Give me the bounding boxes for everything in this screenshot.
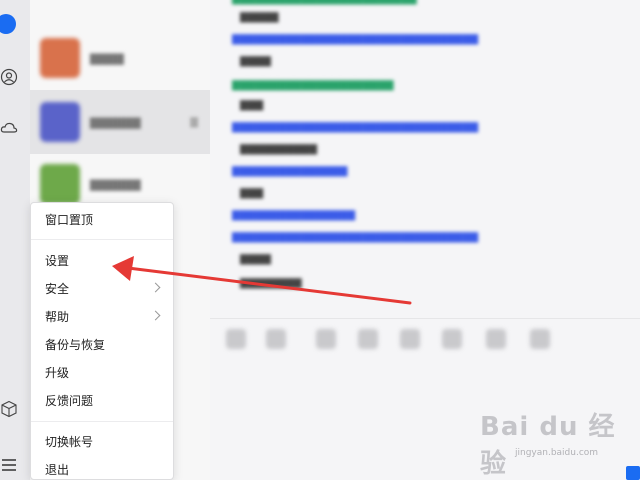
menu-item-switch-account[interactable]: 切换帐号: [31, 429, 173, 455]
icon-rail: [0, 0, 30, 480]
avatar: [40, 102, 80, 142]
chat-name-blurred: ▇▇▇▇▇▇: [90, 115, 141, 129]
input-toolbar: [210, 318, 640, 358]
blurred-message: ▇▇▇▇▇▇▇▇▇▇▇▇▇▇▇▇: [232, 210, 356, 221]
cloud-icon[interactable]: [0, 119, 18, 137]
more-icon[interactable]: [530, 329, 550, 349]
screenshot-icon[interactable]: [400, 329, 420, 349]
chat-meta-blurred: ▇: [190, 116, 198, 128]
menu-item-settings[interactable]: 设置: [31, 248, 173, 274]
contacts-icon[interactable]: [0, 68, 18, 86]
message-area: ▇▇▇▇▇ ▇▇▇▇▇▇▇▇▇▇▇▇▇▇▇▇▇▇▇ ▇▇▇▇▇ ▇▇▇▇▇▇▇▇ ▇…: [210, 0, 640, 318]
blurred-message: ▇▇▇: [240, 100, 264, 111]
image-icon[interactable]: [316, 329, 336, 349]
blurred-message: ▇▇▇: [240, 188, 264, 199]
menu-item-label: 帮助: [45, 310, 70, 324]
corner-button[interactable]: [626, 466, 640, 480]
blurred-message: ▇▇▇▇▇: [240, 12, 279, 23]
menu-item-backup-restore[interactable]: 备份与恢复: [31, 332, 173, 358]
menu-item-label: 退出: [45, 463, 70, 477]
chevron-right-icon: [150, 310, 161, 321]
menu-item-label: 备份与恢复: [45, 338, 106, 352]
menu-icon[interactable]: [0, 456, 18, 474]
blurred-message: ▇▇▇▇▇▇▇▇▇▇▇▇▇▇▇▇▇▇▇▇▇▇▇▇▇▇▇▇▇▇▇▇: [232, 34, 479, 45]
blurred-message: ▇▇▇▇▇▇▇▇▇▇▇▇▇▇▇▇▇▇▇▇▇▇▇▇▇▇▇▇▇▇▇▇: [232, 122, 479, 133]
folder-icon[interactable]: [358, 329, 378, 349]
blurred-message: ▇▇▇▇▇▇▇▇▇▇▇▇▇▇▇▇▇▇▇▇▇▇▇▇▇▇▇▇▇▇▇▇: [232, 232, 479, 243]
chat-name-blurred: ▇▇▇▇: [90, 51, 124, 65]
settings-menu: 窗口置顶 设置 安全 帮助 备份与恢复 升级 反馈问题 切换帐号 退出: [30, 202, 174, 480]
watermark-url: jingyan.baidu.com: [515, 448, 599, 458]
avatar: [40, 164, 80, 204]
baidu-watermark: Bai du 经验 jingyan.baidu.com: [480, 406, 640, 480]
blurred-message: ▇▇▇▇▇▇▇▇▇▇▇▇▇▇▇: [232, 166, 348, 177]
chat-name-blurred: ▇▇▇▇▇▇: [90, 177, 141, 191]
menu-item-label: 设置: [45, 254, 70, 268]
blurred-message: ▇▇▇▇▇▇▇▇▇▇▇▇▇▇▇▇▇▇▇▇▇▇▇▇: [232, 0, 417, 5]
mention-icon[interactable]: [266, 329, 286, 349]
menu-item-upgrade[interactable]: 升级: [31, 360, 173, 386]
blurred-message: ▇▇▇▇: [240, 254, 271, 265]
chat-list-item[interactable]: ▇▇▇▇: [30, 26, 210, 90]
blurred-message: ▇▇▇▇▇▇▇▇: [240, 278, 302, 289]
blurred-message: ▇▇▇▇: [240, 56, 271, 67]
blurred-message: ▇▇▇▇▇▇▇▇▇▇▇▇▇▇▇▇▇▇▇▇▇: [232, 80, 394, 91]
phone-icon[interactable]: [442, 329, 462, 349]
chat-list-item[interactable]: ▇▇▇▇▇▇ ▇: [30, 90, 210, 154]
menu-item-label: 切换帐号: [45, 435, 94, 449]
menu-item-feedback[interactable]: 反馈问题: [31, 388, 173, 414]
menu-item-security[interactable]: 安全: [31, 276, 173, 302]
video-icon[interactable]: [486, 329, 506, 349]
menu-item-label: 升级: [45, 366, 70, 380]
blurred-message: ▇▇▇▇▇▇▇▇▇▇: [240, 144, 317, 155]
chat-icon[interactable]: [0, 14, 16, 34]
avatar: [40, 38, 80, 78]
menu-item-label: 反馈问题: [45, 394, 94, 408]
chevron-right-icon: [150, 282, 161, 293]
menu-item-logout[interactable]: 退出: [31, 457, 173, 480]
cube-icon[interactable]: [0, 400, 18, 418]
menu-divider: [31, 239, 173, 240]
emoji-icon[interactable]: [226, 329, 246, 349]
menu-divider: [31, 421, 173, 422]
watermark-logo: Bai du 经验: [480, 412, 616, 479]
menu-item-label: 窗口置顶: [45, 213, 94, 227]
menu-item-pin-window[interactable]: 窗口置顶: [31, 207, 173, 233]
menu-item-help[interactable]: 帮助: [31, 304, 173, 330]
menu-item-label: 安全: [45, 282, 70, 296]
